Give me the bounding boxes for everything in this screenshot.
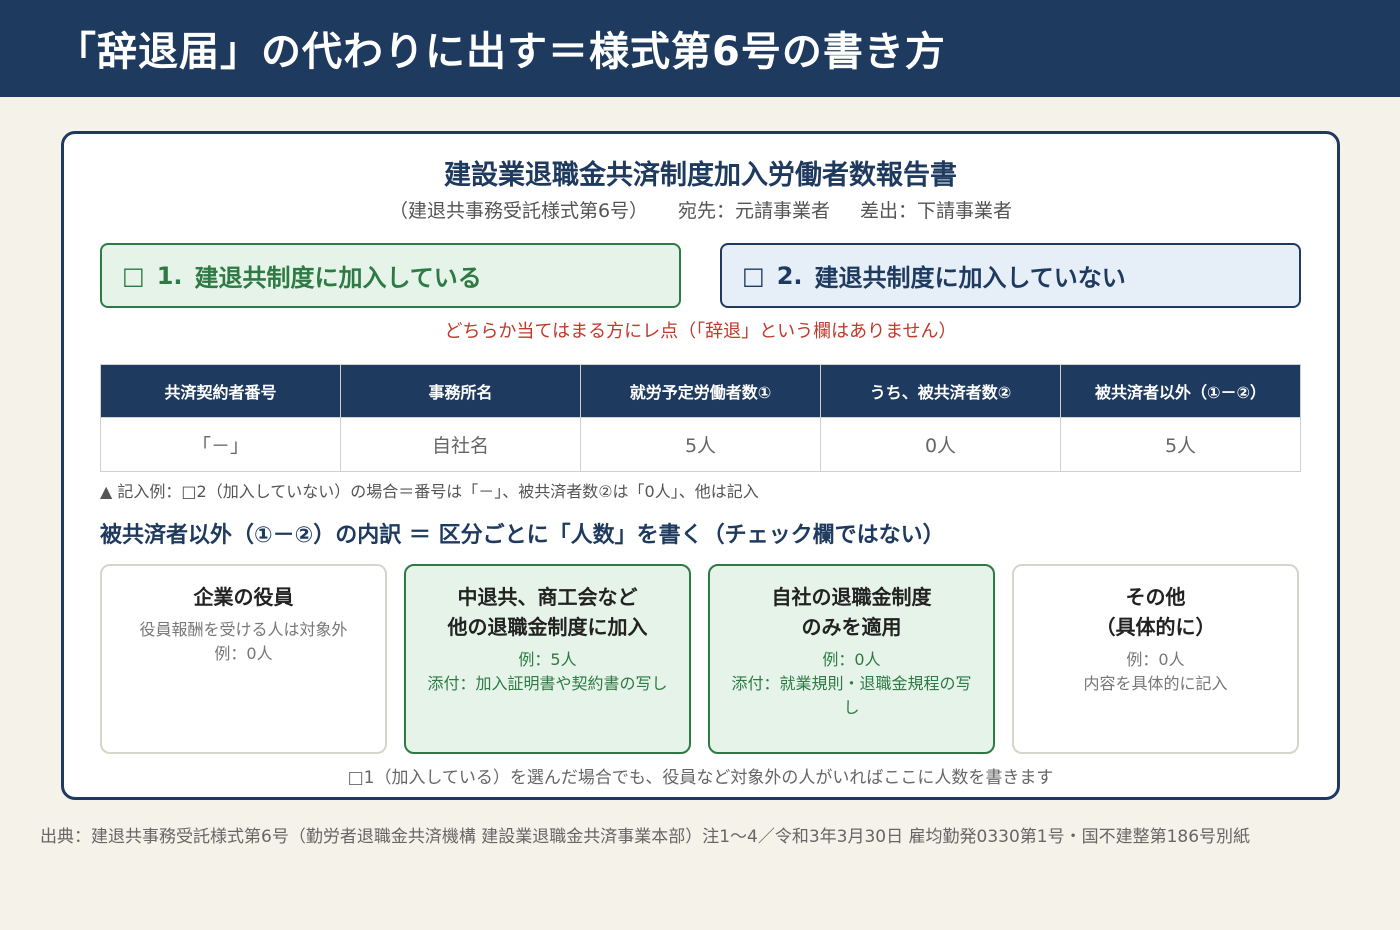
cell-planned-workers: 5人 (580, 417, 821, 472)
cell-insured-workers: 0人 (820, 417, 1061, 472)
checkbox-icon: □ (122, 261, 145, 290)
form-number: （建退共事務受託様式第6号） (388, 200, 649, 222)
col-non-insured: 被共済者以外（①－②） (1060, 364, 1301, 418)
section-title: 被共済者以外（①－②）の内訳 ＝ 区分ごとに「人数」を書く（チェック欄ではない） (100, 523, 945, 548)
source-citation: 出典：建退共事務受託様式第6号（勤労者退職金共済機構 建設業退職金共済事業本部）… (40, 827, 1251, 847)
category-officers: 企業の役員 役員報酬を受ける人は対象外 例：0人 (100, 564, 387, 754)
option-label: 建退共制度に加入している (194, 264, 482, 292)
category-title: 自社の退職金制度 (771, 585, 932, 609)
col-office-name: 事務所名 (340, 364, 581, 418)
page-title: 「辞退届」の代わりに出す＝様式第6号の書き方 (56, 29, 946, 75)
option-number: 2. (776, 261, 803, 290)
option-not-enrolled: □ 2. 建退共制度に加入していない (720, 243, 1301, 308)
report-table: 共済契約者番号 事務所名 就労予定労働者数① うち、被共済者数② 被共済者以外（… (100, 364, 1301, 472)
category-title-line2: のみを適用 (801, 615, 902, 639)
category-example: 例：0人 (214, 644, 273, 663)
category-title-line2: 他の退職金制度に加入 (447, 615, 648, 639)
form-card: 建設業退職金共済制度加入労働者数報告書 （建退共事務受託様式第6号） 宛先：元請事… (61, 131, 1340, 800)
category-title: 企業の役員 (193, 585, 294, 609)
form-recipient: 宛先：元請事業者 (678, 200, 831, 222)
option-label: 建退共制度に加入していない (814, 264, 1126, 292)
checkbox-icon: □ (742, 261, 765, 290)
table-note: ▲ 記入例：□2（加入していない）の場合＝番号は「－」、被共済者数②は「0人」、… (100, 482, 759, 501)
category-other: その他 （具体的に） 例：0人 内容を具体的に記入 (1012, 564, 1299, 754)
category-other-retirement-plan: 中退共、商工会など 他の退職金制度に加入 例：5人 添付：加入証明書や契約書の写… (404, 564, 691, 754)
category-title: 中退共、商工会など (457, 585, 638, 609)
col-planned-workers: 就労予定労働者数① (580, 364, 821, 418)
cell-contract-number: 「－」 (100, 417, 341, 472)
category-own-retirement-plan: 自社の退職金制度 のみを適用 例：0人 添付：就業規則・退職金規程の写し (708, 564, 995, 754)
table-row: 「－」 自社名 5人 0人 5人 (100, 417, 1301, 472)
cell-non-insured: 5人 (1060, 417, 1301, 472)
col-insured-workers: うち、被共済者数② (820, 364, 1061, 418)
category-title: その他 (1125, 585, 1186, 609)
form-sender: 差出：下請事業者 (860, 200, 1013, 222)
category-attachment: 添付：加入証明書や契約書の写し (427, 674, 668, 693)
category-example: 例：0人 (1126, 650, 1185, 669)
bottom-note: □1（加入している）を選んだ場合でも、役員など対象外の人がいればここに人数を書き… (347, 768, 1054, 788)
col-contract-number: 共済契約者番号 (100, 364, 341, 418)
header-bar: 「辞退届」の代わりに出す＝様式第6号の書き方 (0, 0, 1400, 97)
option-number: 1. (156, 261, 183, 290)
option-note: どちらか当てはまる方にレ点（「辞退」という欄はありません） (444, 321, 957, 342)
cell-office-name: 自社名 (340, 417, 581, 472)
category-example: 例：0人 (822, 650, 881, 669)
table-header-row: 共済契約者番号 事務所名 就労予定労働者数① うち、被共済者数② 被共済者以外（… (100, 364, 1301, 418)
category-desc: 役員報酬を受ける人は対象外 (139, 620, 348, 639)
category-attachment: 添付：就業規則・退職金規程の写し (731, 674, 972, 717)
form-subtitle: （建退共事務受託様式第6号） 宛先：元請事業者 差出：下請事業者 (64, 198, 1337, 224)
form-title: 建設業退職金共済制度加入労働者数報告書 (444, 160, 957, 191)
category-detail: 内容を具体的に記入 (1083, 674, 1228, 693)
category-title-line2: （具体的に） (1095, 615, 1216, 639)
category-example: 例：5人 (518, 650, 577, 669)
option-enrolled: □ 1. 建退共制度に加入している (100, 243, 681, 308)
